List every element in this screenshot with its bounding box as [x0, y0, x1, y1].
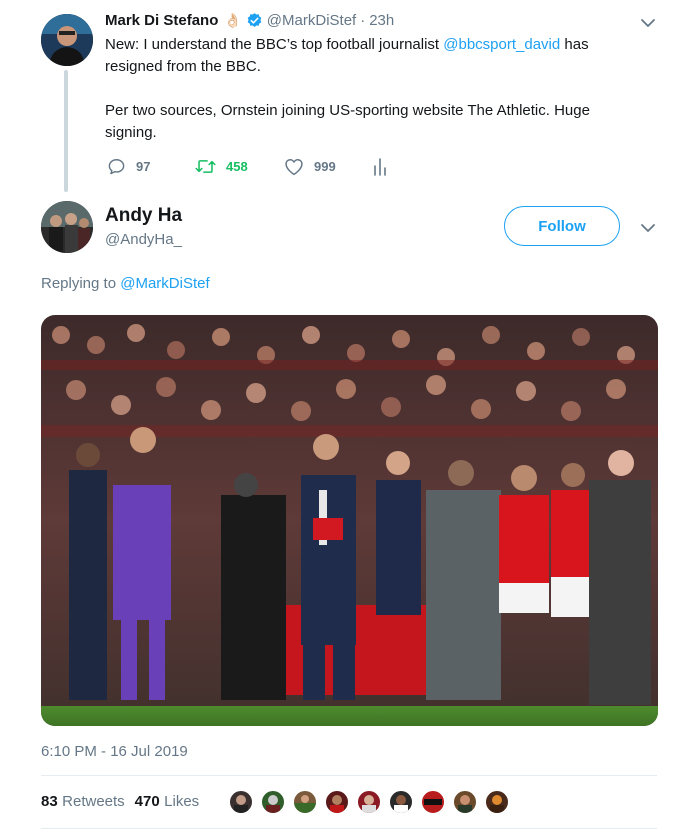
retweets-label: Retweets: [62, 793, 125, 810]
reply-author-handle[interactable]: @AndyHa_: [105, 231, 182, 248]
liker-avatar[interactable]: [292, 789, 318, 815]
liker-avatar[interactable]: [260, 789, 286, 815]
thread-connector-line: [64, 70, 68, 192]
tweet-timestamp[interactable]: 6:10 PM - 16 Jul 2019: [41, 743, 188, 760]
parent-author-name[interactable]: Mark Di Stefano: [105, 12, 218, 29]
parent-tweet-header: Mark Di Stefano 👌🏻 @MarkDiStef · 23h: [105, 12, 394, 29]
follow-button[interactable]: Follow: [504, 206, 620, 246]
engagement-stats: 83 Retweets 470 Likes: [41, 793, 199, 811]
reply-action[interactable]: 97: [107, 157, 150, 176]
replying-to-line: Replying to @MarkDiStef: [41, 275, 210, 292]
parent-tweet-menu-chevron-down-icon[interactable]: [640, 16, 656, 34]
header-separator: ·: [360, 12, 366, 29]
parent-text-line-3: Per two sources, Ornstein joining US-spo…: [105, 102, 590, 119]
parent-author-handle[interactable]: @MarkDiStef: [267, 12, 356, 29]
parent-text-part: New: I understand the BBC’s top football…: [105, 36, 444, 53]
likes-count: 470: [134, 793, 160, 810]
liker-avatar[interactable]: [452, 789, 478, 815]
liker-avatar[interactable]: [420, 789, 446, 815]
likes-label: Likes: [164, 793, 200, 810]
parent-time-ago[interactable]: 23h: [369, 12, 394, 29]
verified-badge-icon: [246, 12, 263, 29]
retweet-action[interactable]: 458: [195, 157, 248, 176]
parent-text-line-1: New: I understand the BBC’s top football…: [105, 34, 665, 56]
parent-tweet-text: New: I understand the BBC’s top football…: [105, 34, 665, 144]
replying-to-link[interactable]: @MarkDiStef: [120, 275, 209, 292]
mention-link-bbcsport-david[interactable]: @bbcsport_david: [443, 36, 560, 53]
retweets-stat[interactable]: 83 Retweets: [41, 793, 125, 811]
divider-bottom: [41, 828, 657, 829]
replying-prefix: Replying to: [41, 275, 121, 292]
retweet-icon: [195, 160, 216, 173]
likes-stat[interactable]: 470 Likes: [135, 793, 200, 811]
tweet-photo[interactable]: [41, 315, 658, 726]
divider-top: [41, 775, 657, 776]
liker-avatar[interactable]: [388, 789, 414, 815]
retweet-count: 458: [226, 159, 248, 174]
avatar-mark-di-stefano[interactable]: [41, 14, 93, 66]
retweets-count: 83: [41, 793, 58, 810]
liker-avatar[interactable]: [324, 789, 350, 815]
like-action[interactable]: 999: [284, 157, 336, 176]
reply-author-name[interactable]: Andy Ha: [105, 205, 182, 227]
reply-count: 97: [136, 159, 151, 174]
analytics-icon[interactable]: [373, 158, 387, 181]
avatar-andy-ha[interactable]: [41, 201, 93, 253]
liker-avatar[interactable]: [356, 789, 382, 815]
reply-tweet-menu-chevron-down-icon[interactable]: [640, 221, 656, 239]
liker-avatar[interactable]: [484, 789, 510, 815]
like-count: 999: [314, 159, 336, 174]
liker-avatar[interactable]: [228, 789, 254, 815]
reply-icon: [108, 159, 125, 175]
parent-text-part: has: [560, 36, 589, 53]
ok-hand-emoji: 👌🏻: [224, 12, 242, 28]
parent-text-line-2: resigned from the BBC.: [105, 58, 261, 75]
like-icon: [285, 158, 303, 176]
parent-text-line-4: signing.: [105, 124, 157, 141]
